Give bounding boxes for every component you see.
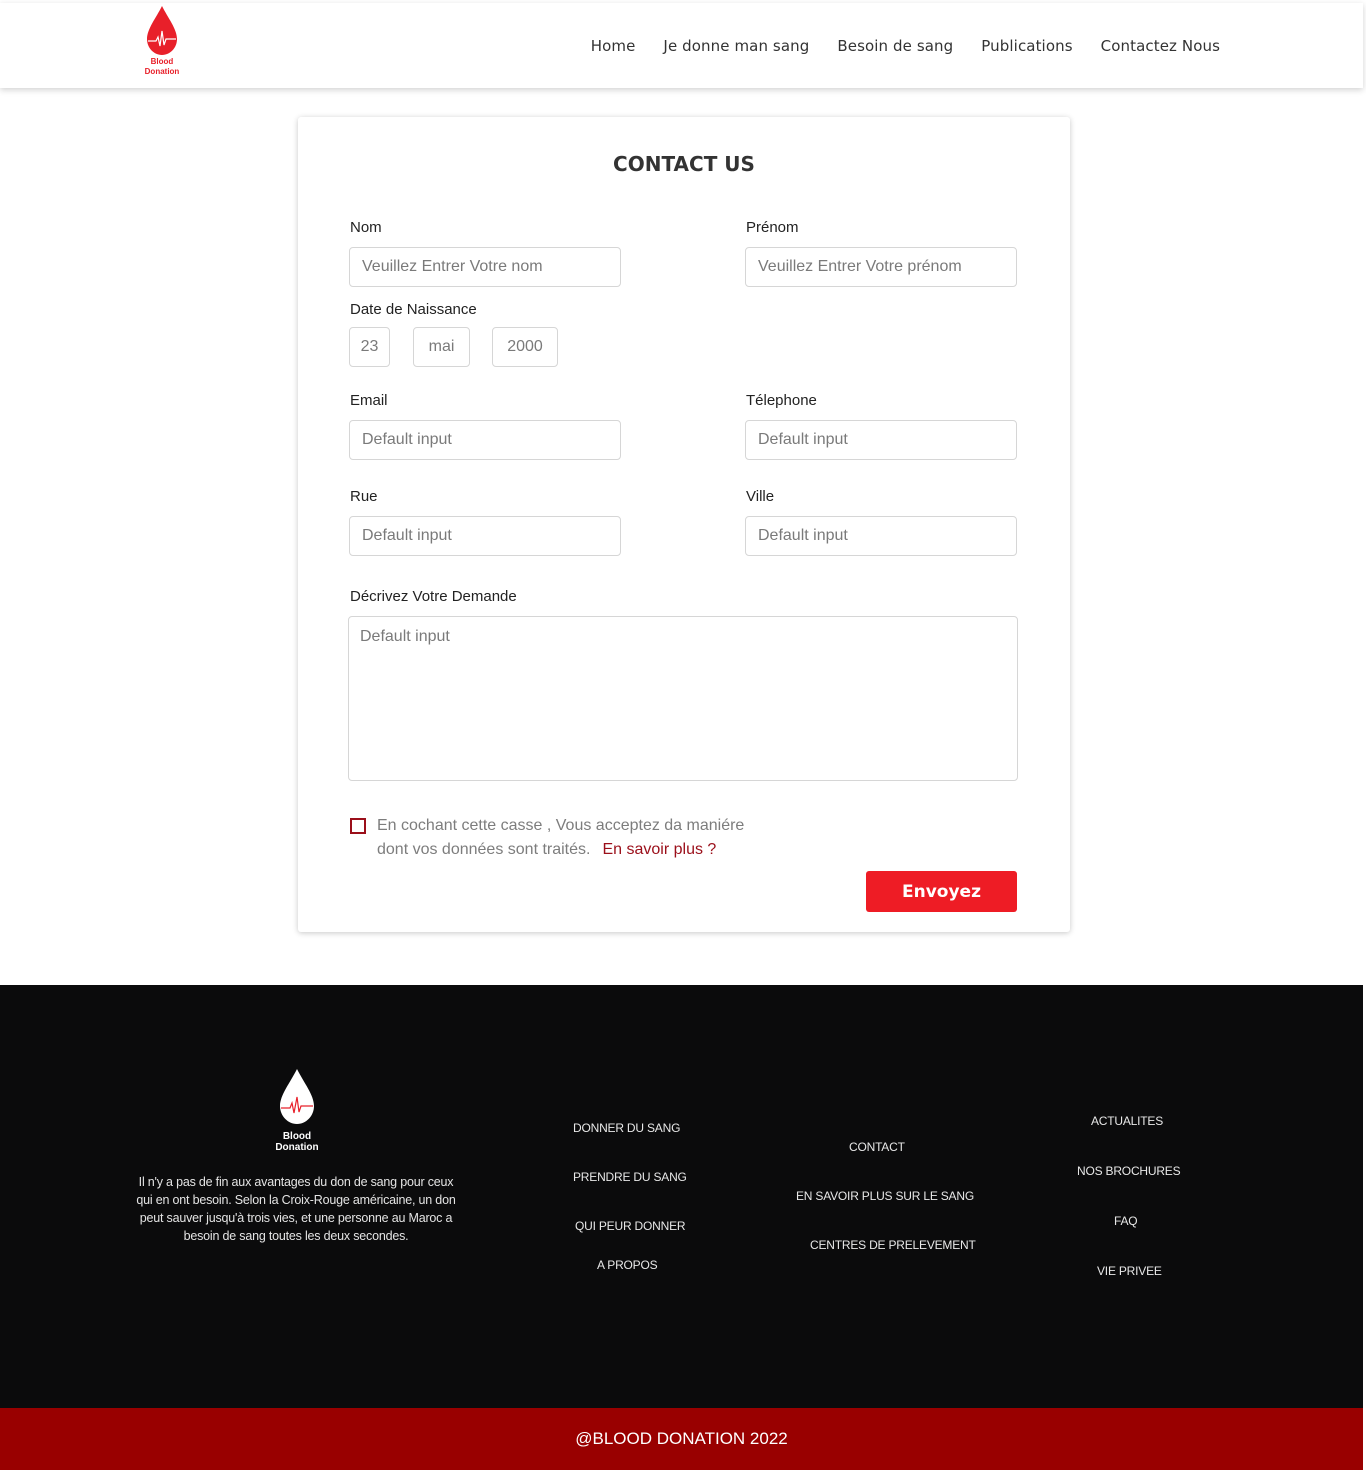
footer-description: Il n'y a pas de fin aux avantages du don… [136,1175,456,1243]
birth-day-input[interactable] [349,327,390,367]
birthdate-label: Date de Naissance [350,301,477,318]
nav-publications[interactable]: Publications [981,37,1072,55]
footer-link-qui-peut[interactable]: QUI PEUR DONNER [575,1219,686,1233]
prenom-input[interactable] [745,247,1017,287]
learn-more-link[interactable]: En savoir plus ? [602,841,716,858]
email-input[interactable] [349,420,621,460]
email-label: Email [350,392,388,409]
footer-link-actualites[interactable]: ACTUALITES [1091,1114,1163,1128]
copyright-text: @BLOOD DONATION 2022 [575,1429,788,1448]
prenom-label: Prénom [746,219,799,236]
telephone-label: Télephone [746,392,817,409]
footer-link-vie-privee[interactable]: VIE PRIVEE [1097,1264,1162,1278]
footer-logo[interactable]: Blood Donation [270,1068,324,1153]
main-nav: Home Je donne man sang Besoin de sang Pu… [591,37,1220,55]
ville-label: Ville [746,488,775,505]
demande-textarea[interactable] [348,616,1018,781]
copyright-bar: @BLOOD DONATION 2022 [0,1408,1363,1470]
blood-drop-icon [147,6,177,55]
footer-logo-text: Blood Donation [275,1131,319,1153]
rue-label: Rue [350,488,378,505]
footer-link-donner[interactable]: DONNER DU SANG [573,1121,680,1135]
footer-link-brochures[interactable]: NOS BROCHURES [1077,1164,1181,1178]
nom-label: Nom [350,219,382,236]
footer-link-centres[interactable]: CENTRES DE PRELEVEMENT [810,1238,976,1252]
footer-link-prendre[interactable]: PRENDRE DU SANG [573,1170,687,1184]
footer-link-a-propos[interactable]: A PROPOS [597,1258,658,1272]
page-title: CONTACT US [613,152,755,176]
nom-input[interactable] [349,247,621,287]
footer-link-faq[interactable]: FAQ [1114,1214,1138,1228]
birth-month-input[interactable] [413,327,470,367]
rue-input[interactable] [349,516,621,556]
demande-label: Décrivez Votre Demande [350,588,517,605]
nav-je-donne[interactable]: Je donne man sang [663,37,809,55]
site-header: Blood Donation Home Je donne man sang Be… [0,3,1363,88]
site-logo[interactable]: Blood Donation [138,5,186,81]
blood-drop-icon [280,1069,314,1124]
contact-form-card: CONTACT US Nom Prénom Date de Naissance … [298,117,1070,932]
consent-checkbox[interactable] [350,818,366,834]
consent-text: En cochant cette casse , Vous acceptez d… [377,814,757,862]
ville-input[interactable] [745,516,1017,556]
footer-link-savoir-plus[interactable]: EN SAVOIR PLUS SUR LE SANG [796,1189,974,1203]
nav-home[interactable]: Home [591,37,636,55]
birth-year-input[interactable] [492,327,558,367]
nav-contact[interactable]: Contactez Nous [1101,37,1220,55]
telephone-input[interactable] [745,420,1017,460]
submit-button[interactable]: Envoyez [866,871,1017,912]
logo-text: Blood Donation [144,57,180,76]
nav-besoin-de-sang[interactable]: Besoin de sang [837,37,953,55]
footer-link-contact[interactable]: CONTACT [849,1140,905,1154]
site-footer: Blood Donation Il n'y a pas de fin aux a… [0,985,1363,1408]
